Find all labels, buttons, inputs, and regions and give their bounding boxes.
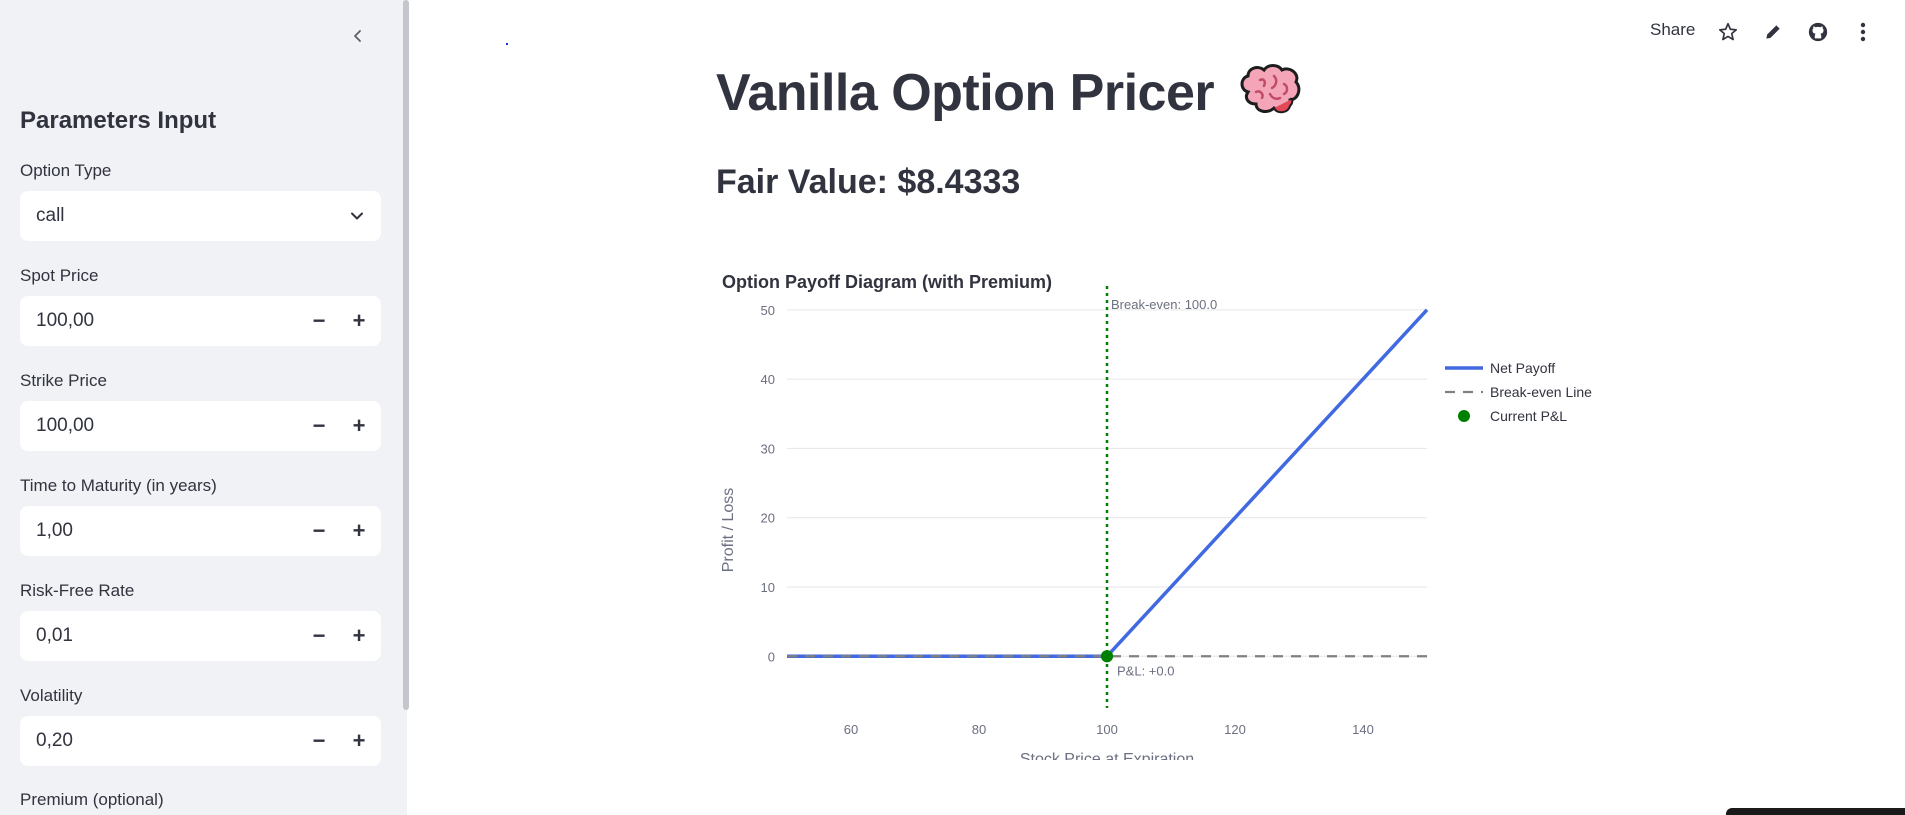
time-to-maturity-increment-button[interactable]: +	[344, 516, 374, 546]
legend-label: Break-even Line	[1490, 384, 1592, 400]
pl-annotation: P&L: +0.0	[1117, 663, 1174, 678]
time-to-maturity-value: 1,00	[36, 520, 73, 541]
pencil-icon[interactable]	[1760, 19, 1786, 45]
risk-free-rate-decrement-button[interactable]: −	[304, 621, 334, 651]
payoff-chart: Option Payoff Diagram (with Premium) 0 10…	[720, 272, 1592, 760]
option-type-label: Option Type	[20, 161, 112, 180]
y-tick-label: 10	[761, 580, 775, 595]
page-title-text: Vanilla Option Pricer	[716, 64, 1215, 122]
volatility-increment-button[interactable]: +	[344, 726, 374, 756]
volatility-label: Volatility	[20, 686, 83, 705]
legend-label: Net Payoff	[1490, 360, 1555, 376]
github-icon[interactable]	[1805, 19, 1831, 45]
y-tick-label: 40	[761, 372, 775, 387]
strike-price-value: 100,00	[36, 415, 95, 436]
collapse-sidebar-button[interactable]	[344, 22, 372, 50]
x-tick-label: 120	[1224, 722, 1246, 737]
spot-price-increment-button[interactable]: +	[344, 306, 374, 336]
volatility-input[interactable]: 0,20 − +	[20, 716, 381, 766]
x-tick-label: 140	[1352, 722, 1374, 737]
more-vertical-icon[interactable]	[1850, 19, 1876, 45]
x-axis-label: Stock Price at Expiration	[1020, 751, 1194, 760]
strike-price-decrement-button[interactable]: −	[304, 411, 334, 441]
y-tick-label: 0	[768, 649, 775, 664]
premium-label: Premium (optional)	[20, 790, 164, 809]
chart-title: Option Payoff Diagram (with Premium)	[722, 272, 1052, 292]
risk-free-rate-value: 0,01	[36, 625, 73, 646]
risk-free-rate-increment-button[interactable]: +	[344, 621, 374, 651]
x-tick-label: 100	[1096, 722, 1118, 737]
y-tick-label: 20	[761, 511, 775, 526]
time-to-maturity-input[interactable]: 1,00 − +	[20, 506, 381, 556]
risk-free-rate-label: Risk-Free Rate	[20, 581, 135, 600]
sidebar-title: Parameters Input	[20, 107, 217, 134]
y-axis-label: Profit / Loss	[720, 488, 737, 572]
x-tick-label: 60	[844, 722, 858, 737]
spot-price-value: 100,00	[36, 310, 95, 331]
focus-marker	[506, 43, 508, 45]
fair-value: Fair Value: $8.4333	[716, 163, 1021, 201]
time-to-maturity-decrement-button[interactable]: −	[304, 516, 334, 546]
sidebar: Parameters Input Option Type call Spot P…	[0, 0, 407, 815]
risk-free-rate-input[interactable]: 0,01 − +	[20, 611, 381, 661]
option-type-value: call	[36, 205, 65, 226]
legend-label: Current P&L	[1490, 408, 1567, 424]
strike-price-increment-button[interactable]: +	[344, 411, 374, 441]
sidebar-scrollbar[interactable]	[403, 0, 409, 710]
brain-icon	[1240, 64, 1301, 114]
break-even-annotation: Break-even: 100.0	[1111, 297, 1217, 312]
current-pl-marker	[1101, 650, 1113, 663]
option-type-select[interactable]: call	[20, 191, 381, 241]
y-tick-label: 50	[761, 303, 775, 318]
spot-price-decrement-button[interactable]: −	[304, 306, 334, 336]
volatility-decrement-button[interactable]: −	[304, 726, 334, 756]
chevron-left-icon	[354, 30, 361, 42]
strike-price-input[interactable]: 100,00 − +	[20, 401, 381, 451]
star-icon[interactable]	[1715, 19, 1741, 45]
x-tick-label: 80	[972, 722, 986, 737]
volatility-value: 0,20	[36, 730, 73, 751]
status-bar	[1726, 808, 1905, 815]
time-to-maturity-label: Time to Maturity (in years)	[20, 476, 217, 495]
page-title: Vanilla Option Pricer	[716, 62, 1302, 123]
strike-price-label: Strike Price	[20, 371, 107, 390]
share-button[interactable]: Share	[1650, 20, 1695, 40]
y-tick-label: 30	[761, 441, 775, 456]
chevron-down-icon	[351, 212, 363, 220]
legend-swatch-current-pl	[1458, 410, 1470, 422]
spot-price-input[interactable]: 100,00 − +	[20, 296, 381, 346]
spot-price-label: Spot Price	[20, 266, 99, 285]
